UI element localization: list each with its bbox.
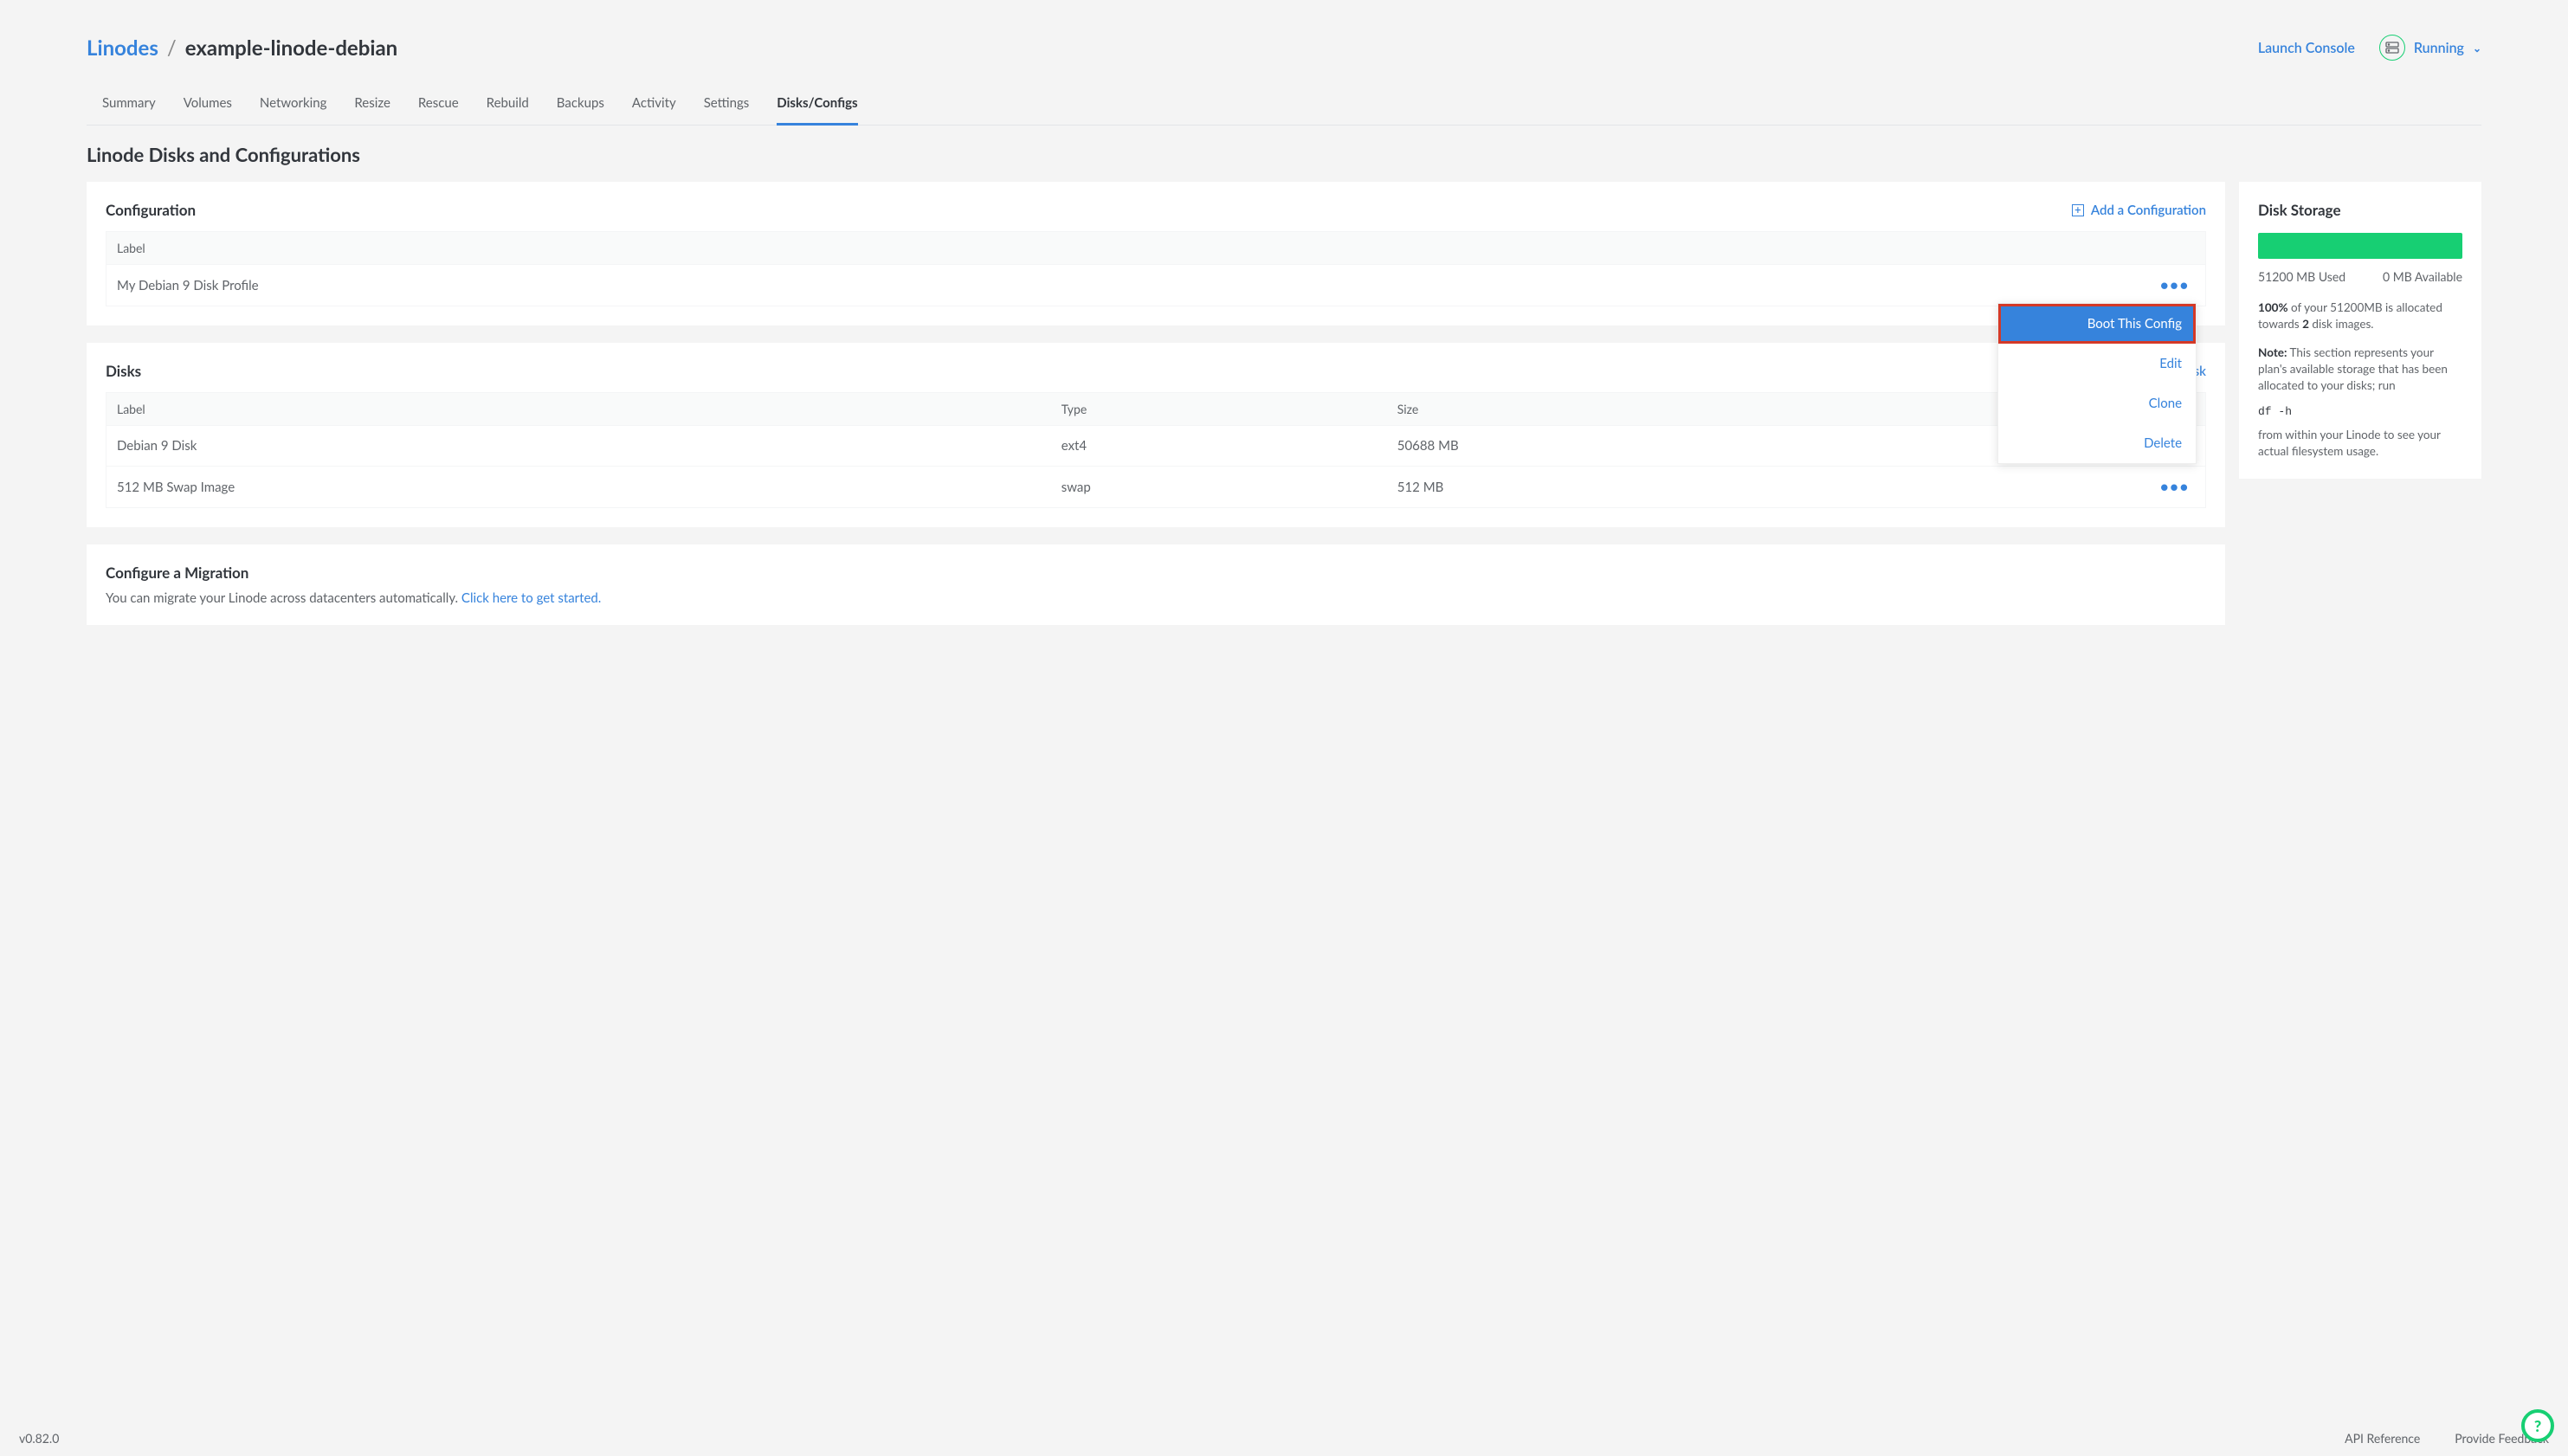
footer-api-reference[interactable]: API Reference <box>2345 1431 2420 1446</box>
disk-storage-panel: Disk Storage 51200 MB Used 0 MB Availabl… <box>2239 182 2481 479</box>
migration-text: You can migrate your Linode across datac… <box>106 590 461 606</box>
config-row-label: My Debian 9 Disk Profile <box>106 265 2145 306</box>
status-label: Running <box>2414 40 2464 56</box>
tab-activity[interactable]: Activity <box>632 85 676 126</box>
disk-label: Debian 9 Disk <box>106 426 1051 467</box>
table-row: Debian 9 Disk ext4 50688 MB <box>106 426 2206 467</box>
disks-col-type: Type <box>1051 393 1387 426</box>
menu-clone[interactable]: Clone <box>1998 383 2196 423</box>
disk-label: 512 MB Swap Image <box>106 467 1051 508</box>
breadcrumb-separator: / <box>167 35 177 61</box>
storage-used: 51200 MB Used <box>2258 269 2345 284</box>
breadcrumb: Linodes / example-linode-debian <box>87 35 397 61</box>
page-title: Linode Disks and Configurations <box>87 143 2481 166</box>
config-actions-menu: Boot This Config Edit Clone Delete <box>1997 303 2197 464</box>
configuration-panel: Configuration + Add a Configuration Labe… <box>87 182 2225 325</box>
launch-console-button[interactable]: Launch Console <box>2258 40 2355 56</box>
storage-title: Disk Storage <box>2258 201 2462 219</box>
footer: v0.82.0 API Reference Provide Feedback <box>0 1421 2568 1456</box>
menu-edit[interactable]: Edit <box>1998 344 2196 383</box>
disks-title: Disks <box>106 362 141 380</box>
table-row: 512 MB Swap Image swap 512 MB ••• <box>106 467 2206 508</box>
disks-col-label: Label <box>106 393 1051 426</box>
add-configuration-button[interactable]: + Add a Configuration <box>2072 203 2206 218</box>
help-icon: ? <box>2534 1416 2541 1435</box>
menu-delete[interactable]: Delete <box>1998 423 2196 463</box>
breadcrumb-current: example-linode-debian <box>185 35 397 61</box>
menu-boot-this-config[interactable]: Boot This Config <box>1998 304 2196 344</box>
tab-volumes[interactable]: Volumes <box>184 85 232 126</box>
configuration-title: Configuration <box>106 201 196 219</box>
migration-link[interactable]: Click here to get started. <box>461 590 601 606</box>
migration-panel: Configure a Migration You can migrate yo… <box>87 544 2225 625</box>
storage-note: Note: This section represents your plan'… <box>2258 345 2462 394</box>
migration-title: Configure a Migration <box>106 564 2206 582</box>
configuration-table: Label My Debian 9 Disk Profile ••• Boot … <box>106 231 2206 306</box>
status-dropdown[interactable]: Running ⌄ <box>2379 35 2481 61</box>
add-configuration-label: Add a Configuration <box>2091 203 2206 218</box>
tab-rebuild[interactable]: Rebuild <box>487 85 529 126</box>
plus-icon: + <box>2072 204 2084 216</box>
config-col-label: Label <box>106 232 2145 265</box>
table-row: My Debian 9 Disk Profile ••• Boot This C… <box>106 265 2206 306</box>
disk-row-actions-button[interactable]: ••• <box>2155 479 2195 495</box>
disk-type: swap <box>1051 467 1387 508</box>
tab-resize[interactable]: Resize <box>354 85 390 126</box>
tab-settings[interactable]: Settings <box>704 85 750 126</box>
storage-allocation-text: 100% of your 51200MB is allocated toward… <box>2258 300 2462 332</box>
tab-backups[interactable]: Backups <box>557 85 604 126</box>
disk-size: 512 MB <box>1387 467 2145 508</box>
footer-version: v0.82.0 <box>19 1431 59 1446</box>
disks-panel: Disks sk Label Type Size <box>87 343 2225 527</box>
config-row-actions-button[interactable]: ••• <box>2155 277 2195 293</box>
tab-networking[interactable]: Networking <box>260 85 327 126</box>
disk-type: ext4 <box>1051 426 1387 467</box>
server-icon <box>2379 35 2405 61</box>
tab-rescue[interactable]: Rescue <box>418 85 459 126</box>
tab-summary[interactable]: Summary <box>102 85 156 126</box>
storage-note-tail: from within your Linode to see your actu… <box>2258 427 2462 460</box>
breadcrumb-parent[interactable]: Linodes <box>87 35 158 61</box>
storage-command: df -h <box>2258 405 2462 418</box>
chevron-down-icon: ⌄ <box>2473 42 2481 55</box>
storage-available: 0 MB Available <box>2383 269 2462 284</box>
tab-disks-configs[interactable]: Disks/Configs <box>777 85 857 126</box>
tabs: Summary Volumes Networking Resize Rescue… <box>87 85 2481 126</box>
disks-table: Label Type Size Debian 9 Disk ext4 50688… <box>106 392 2206 508</box>
help-fab[interactable]: ? <box>2521 1409 2554 1442</box>
storage-usage-bar <box>2258 233 2462 259</box>
